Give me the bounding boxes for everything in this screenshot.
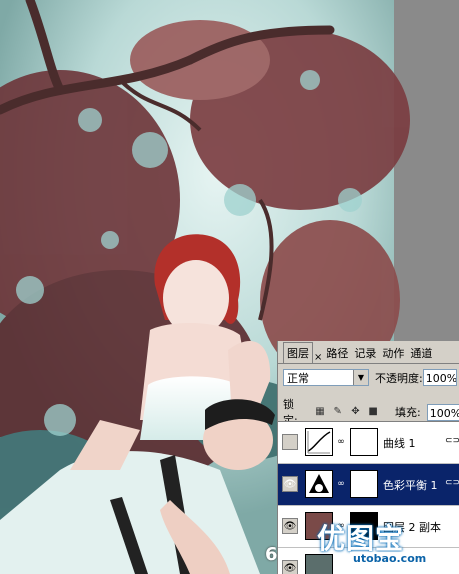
blend-mode-value: 正常 bbox=[287, 372, 309, 385]
visibility-toggle[interactable] bbox=[282, 434, 298, 450]
link-badge-icon: ⊂⊃ bbox=[445, 478, 459, 488]
layer-row-curves[interactable]: ∞ 曲线 1 ⊂⊃ bbox=[278, 422, 459, 464]
chevron-down-icon[interactable]: ▼ bbox=[353, 370, 368, 385]
curves-icon bbox=[305, 428, 333, 456]
close-icon[interactable]: × bbox=[313, 352, 323, 363]
layer-name[interactable]: 曲线 1 bbox=[383, 435, 416, 451]
layer-mask-thumbnail[interactable] bbox=[350, 428, 378, 456]
layer-mask-thumbnail[interactable] bbox=[350, 470, 378, 498]
opacity-field[interactable]: 100% bbox=[422, 369, 457, 386]
tab-history[interactable]: 记录 bbox=[351, 343, 379, 363]
tab-paths[interactable]: 路径 bbox=[323, 343, 351, 363]
layer-row-color-balance[interactable]: 👁 ∞ 色彩平衡 1 ⊂⊃ bbox=[278, 464, 459, 506]
fill-field[interactable]: 100% bbox=[426, 403, 459, 421]
lock-transparency-icon[interactable]: ▦ bbox=[314, 406, 326, 418]
tab-layers[interactable]: 图层 bbox=[283, 342, 313, 363]
chain-link-icon[interactable]: ∞ bbox=[337, 436, 345, 448]
lock-move-icon[interactable]: ✥ bbox=[350, 406, 362, 418]
blend-mode-select[interactable]: 正常 ▼ bbox=[283, 369, 369, 386]
color-balance-icon bbox=[305, 470, 333, 498]
chain-link-icon[interactable]: ∞ bbox=[337, 478, 345, 490]
eye-icon[interactable]: 👁 bbox=[282, 476, 298, 492]
blend-row: 正常 ▼ 不透明度: 100% bbox=[283, 369, 457, 386]
layer-thumbnail bbox=[305, 554, 333, 574]
opacity-label: 不透明度: bbox=[375, 371, 423, 385]
tab-actions[interactable]: 动作 bbox=[379, 343, 407, 363]
tab-channels[interactable]: 通道 bbox=[407, 343, 435, 363]
lock-brush-icon[interactable]: ✎ bbox=[332, 406, 344, 418]
watermark-url: utobao.com bbox=[350, 552, 430, 565]
lock-all-icon[interactable]: ■ bbox=[367, 406, 379, 418]
eye-icon[interactable]: 👁 bbox=[282, 518, 298, 534]
fill-label: 填充: bbox=[394, 406, 421, 419]
eye-icon[interactable]: 👁 bbox=[282, 560, 298, 574]
watermark-logo-text: 优图宝 bbox=[317, 522, 405, 555]
layer-name[interactable]: 色彩平衡 1 bbox=[383, 477, 438, 493]
panel-tabs: 图层 × 路径 记录 动作 通道 bbox=[278, 341, 459, 364]
link-badge-icon: ⊂⊃ bbox=[445, 436, 459, 446]
